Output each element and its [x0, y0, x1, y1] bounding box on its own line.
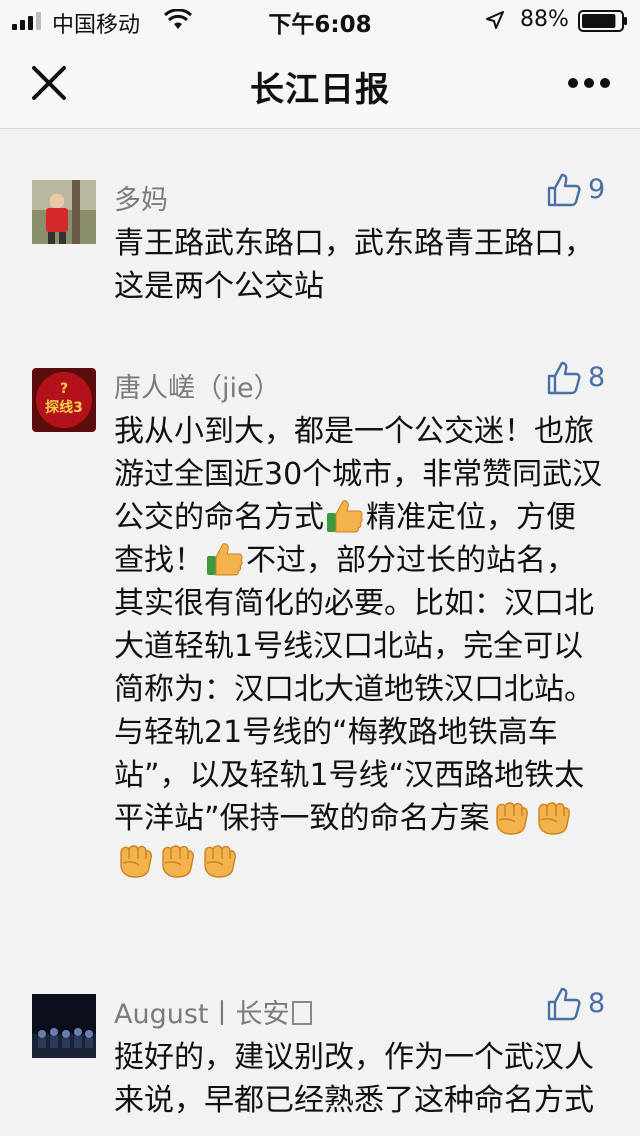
comment-author[interactable]: 多妈: [114, 178, 168, 217]
comment-text: 青王路武东路口，武东路青王路口，这是两个公交站: [114, 226, 594, 304]
thumbs-up-outline-icon: [547, 987, 581, 1021]
thumbs-up-outline-icon: [547, 361, 581, 395]
like-count: 9: [588, 174, 606, 205]
thumbs-up-emoji: [207, 543, 243, 576]
like-count: 8: [588, 362, 606, 393]
comment-author-name: August丨长安: [114, 999, 290, 1030]
avatar[interactable]: [32, 994, 96, 1058]
more-options-icon[interactable]: [566, 76, 612, 90]
thumbs-up-emoji: [327, 500, 363, 533]
battery-percent: 88%: [520, 7, 569, 32]
nav-bar: 长江日报: [0, 40, 640, 129]
avatar-photo: [32, 180, 96, 244]
battery-icon: [578, 10, 627, 32]
like-button[interactable]: 8: [546, 986, 616, 1026]
raised-fist-emoji: [495, 802, 528, 835]
like-button[interactable]: 9: [546, 172, 616, 212]
avatar[interactable]: [32, 180, 96, 244]
comment-text: 挺好的，建议别改，作为一个武汉人来说，早都已经熟悉了这种命名方式: [114, 1040, 594, 1118]
raised-fist-emoji: [120, 845, 152, 878]
like-count: 8: [588, 988, 606, 1019]
like-button[interactable]: 8: [546, 360, 616, 400]
avatar[interactable]: ? 探线3: [32, 368, 96, 432]
comment-text-part: 不过，部分过长的站名，其实很有简化的必要。比如：汉口北大道轻轨1号线汉口北站，完…: [114, 543, 594, 836]
svg-text:探线3: 探线3: [45, 399, 83, 416]
page-title: 长江日报: [250, 70, 390, 110]
svg-text:?: ?: [60, 381, 68, 397]
comment-author[interactable]: 唐人嵯（jie）: [114, 366, 281, 405]
comment-text: 我从小到大，都是一个公交迷！也旅游过全国近30个城市，非常赞同武汉公交的命名方式…: [114, 410, 604, 883]
comment-author[interactable]: August丨长安: [114, 992, 312, 1031]
avatar-photo: [32, 994, 96, 1058]
unsupported-glyph-box: [291, 1001, 312, 1025]
avatar-logo: ? 探线3: [32, 368, 96, 432]
status-bar: 中国移动 下午6:08 88%: [0, 0, 640, 40]
raised-fist-emoji: [537, 802, 570, 835]
raised-fist-emoji: [204, 845, 236, 878]
thumbs-up-outline-icon: [547, 173, 581, 207]
location-arrow-icon: [486, 11, 504, 29]
raised-fist-emoji: [162, 845, 194, 878]
